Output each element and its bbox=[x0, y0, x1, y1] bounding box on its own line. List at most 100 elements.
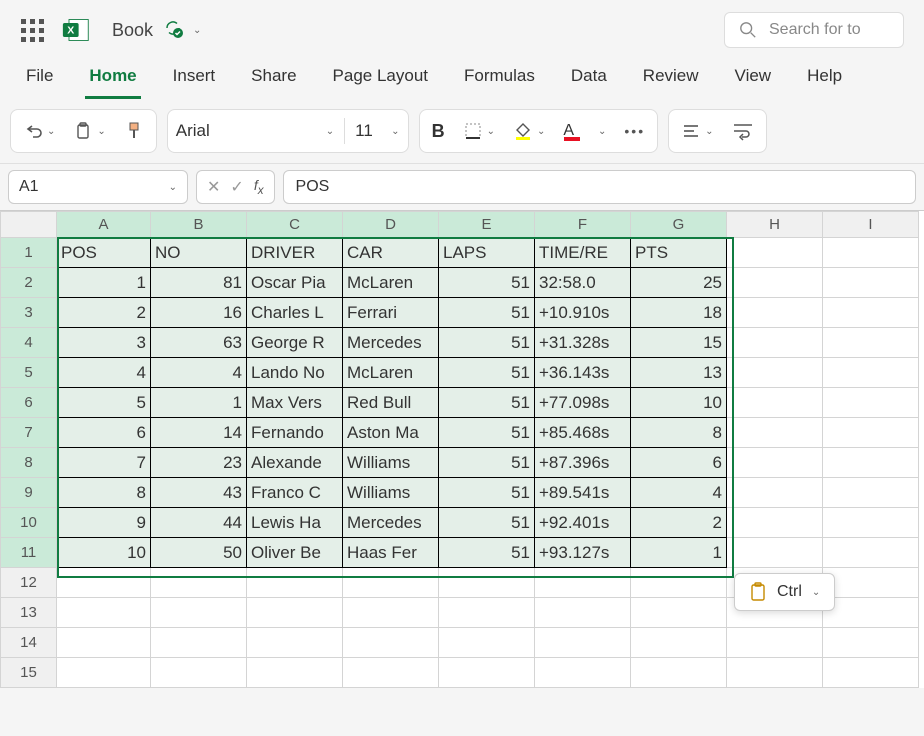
cell[interactable]: +89.541s bbox=[535, 478, 631, 508]
col-header-B[interactable]: B bbox=[151, 212, 247, 238]
cell[interactable] bbox=[247, 598, 343, 628]
cell[interactable]: CAR bbox=[343, 238, 439, 268]
col-header-E[interactable]: E bbox=[439, 212, 535, 238]
cell[interactable]: DRIVER bbox=[247, 238, 343, 268]
cell[interactable]: 9 bbox=[57, 508, 151, 538]
cell[interactable] bbox=[727, 418, 823, 448]
cell[interactable] bbox=[823, 508, 919, 538]
cell[interactable] bbox=[631, 628, 727, 658]
cell[interactable]: 5 bbox=[57, 388, 151, 418]
cell[interactable]: Red Bull bbox=[343, 388, 439, 418]
tab-data[interactable]: Data bbox=[567, 60, 611, 99]
select-all-corner[interactable] bbox=[1, 212, 57, 238]
cell[interactable]: Williams bbox=[343, 478, 439, 508]
cell[interactable] bbox=[823, 388, 919, 418]
cell[interactable]: +77.098s bbox=[535, 388, 631, 418]
cell[interactable] bbox=[823, 298, 919, 328]
cell[interactable]: 51 bbox=[439, 388, 535, 418]
cell[interactable]: Max Vers bbox=[247, 388, 343, 418]
cell[interactable]: 4 bbox=[151, 358, 247, 388]
cell[interactable]: 10 bbox=[631, 388, 727, 418]
cell[interactable] bbox=[727, 358, 823, 388]
cell[interactable] bbox=[823, 268, 919, 298]
font-name-select[interactable]: Arial bbox=[176, 121, 316, 141]
paste-options-button[interactable]: Ctrl ⌄ bbox=[734, 573, 835, 611]
cell[interactable] bbox=[535, 658, 631, 688]
cell[interactable]: 51 bbox=[439, 268, 535, 298]
cell[interactable]: 4 bbox=[57, 358, 151, 388]
cell[interactable]: Ferrari bbox=[343, 298, 439, 328]
cell[interactable] bbox=[57, 658, 151, 688]
cell[interactable] bbox=[823, 598, 919, 628]
cell[interactable]: 3 bbox=[57, 328, 151, 358]
row-header[interactable]: 5 bbox=[1, 358, 57, 388]
row-header[interactable]: 4 bbox=[1, 328, 57, 358]
row-header[interactable]: 1 bbox=[1, 238, 57, 268]
cell[interactable] bbox=[631, 568, 727, 598]
cell[interactable]: 25 bbox=[631, 268, 727, 298]
font-size-select[interactable]: 11 bbox=[355, 121, 381, 141]
cell[interactable] bbox=[439, 658, 535, 688]
cell[interactable]: +10.910s bbox=[535, 298, 631, 328]
cell[interactable]: 51 bbox=[439, 328, 535, 358]
cell[interactable] bbox=[727, 328, 823, 358]
row-header[interactable]: 3 bbox=[1, 298, 57, 328]
cell[interactable] bbox=[535, 568, 631, 598]
cell[interactable]: Fernando bbox=[247, 418, 343, 448]
cell[interactable] bbox=[439, 598, 535, 628]
cell[interactable] bbox=[727, 538, 823, 568]
col-header-C[interactable]: C bbox=[247, 212, 343, 238]
sync-status-icon[interactable] bbox=[163, 18, 183, 43]
cell[interactable]: Mercedes bbox=[343, 508, 439, 538]
cell[interactable]: TIME/RE bbox=[535, 238, 631, 268]
undo-button[interactable]: ⌄ bbox=[19, 117, 59, 145]
cell[interactable] bbox=[57, 598, 151, 628]
cell[interactable] bbox=[631, 658, 727, 688]
cell[interactable]: Haas Fer bbox=[343, 538, 439, 568]
cell[interactable]: 15 bbox=[631, 328, 727, 358]
cell[interactable] bbox=[823, 538, 919, 568]
cell[interactable] bbox=[823, 418, 919, 448]
search-input[interactable]: Search for to bbox=[724, 12, 904, 48]
cell[interactable] bbox=[439, 568, 535, 598]
cell[interactable] bbox=[247, 628, 343, 658]
row-header[interactable]: 15 bbox=[1, 658, 57, 688]
col-header-I[interactable]: I bbox=[823, 212, 919, 238]
cell[interactable] bbox=[439, 628, 535, 658]
wrap-text-button[interactable] bbox=[728, 117, 758, 145]
tab-insert[interactable]: Insert bbox=[169, 60, 220, 99]
cell[interactable]: 43 bbox=[151, 478, 247, 508]
accept-formula-icon[interactable]: ✓ bbox=[230, 177, 243, 197]
title-dropdown-icon[interactable]: ⌄ bbox=[193, 25, 201, 36]
cell[interactable]: 51 bbox=[439, 478, 535, 508]
cell[interactable]: +31.328s bbox=[535, 328, 631, 358]
cell[interactable]: +92.401s bbox=[535, 508, 631, 538]
tab-review[interactable]: Review bbox=[639, 60, 703, 99]
cell[interactable] bbox=[823, 328, 919, 358]
row-header[interactable]: 10 bbox=[1, 508, 57, 538]
cell[interactable] bbox=[631, 598, 727, 628]
cell[interactable] bbox=[823, 238, 919, 268]
cell[interactable]: McLaren bbox=[343, 358, 439, 388]
cell[interactable]: 51 bbox=[439, 508, 535, 538]
cell[interactable]: 1 bbox=[151, 388, 247, 418]
cell[interactable]: 1 bbox=[631, 538, 727, 568]
cancel-formula-icon[interactable]: ✕ bbox=[207, 177, 220, 197]
cell[interactable] bbox=[727, 658, 823, 688]
font-color-button[interactable]: A ⌄ bbox=[559, 118, 610, 144]
cell[interactable]: 6 bbox=[631, 448, 727, 478]
chevron-down-icon[interactable]: ⌄ bbox=[326, 126, 334, 137]
cell[interactable]: 4 bbox=[631, 478, 727, 508]
cell[interactable]: 18 bbox=[631, 298, 727, 328]
cell[interactable] bbox=[151, 658, 247, 688]
cell[interactable] bbox=[823, 628, 919, 658]
col-header-G[interactable]: G bbox=[631, 212, 727, 238]
col-header-D[interactable]: D bbox=[343, 212, 439, 238]
cell[interactable]: 23 bbox=[151, 448, 247, 478]
cell[interactable]: Lando No bbox=[247, 358, 343, 388]
clipboard-button[interactable]: ⌄ bbox=[69, 117, 109, 145]
cell[interactable] bbox=[343, 568, 439, 598]
cell[interactable]: 8 bbox=[631, 418, 727, 448]
col-header-H[interactable]: H bbox=[727, 212, 823, 238]
fill-color-button[interactable]: ⌄ bbox=[509, 117, 549, 145]
